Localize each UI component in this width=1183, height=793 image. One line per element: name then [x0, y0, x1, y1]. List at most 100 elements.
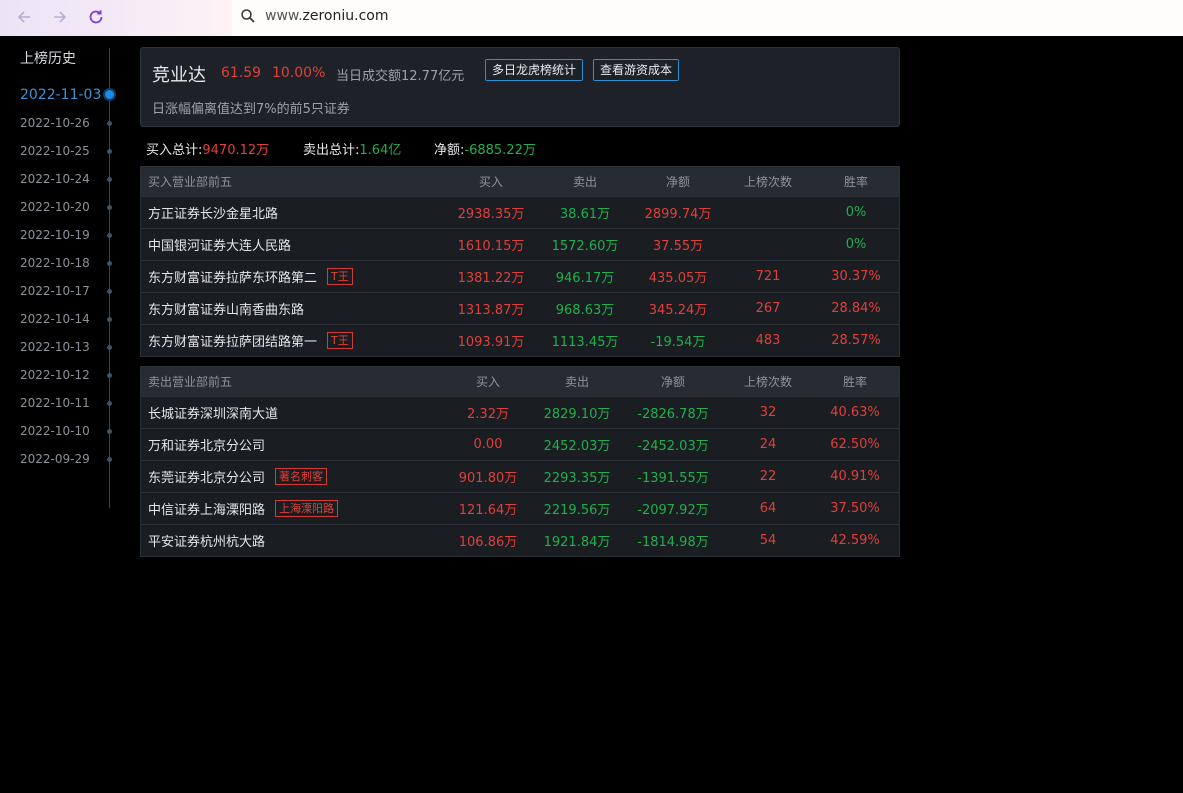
timeline-dot [107, 429, 112, 434]
win-cell: 28.84% [831, 301, 881, 316]
broker-name[interactable]: 中信证券上海溧阳路 [148, 499, 265, 518]
multi-day-stats-button[interactable]: 多日龙虎榜统计 [485, 59, 584, 81]
buy-total: 买入总计:9470.12万 [146, 139, 269, 158]
broker-name[interactable]: 东方财富证券山南香曲东路 [148, 299, 304, 318]
column-header: 净额 [660, 375, 686, 389]
broker-name[interactable]: 长城证券深圳深南大道 [148, 403, 278, 422]
timeline-dot [107, 261, 112, 266]
buy-cell: 106.86万 [458, 535, 518, 550]
sell-cell: 2293.35万 [543, 471, 611, 486]
net-cell: 435.05万 [648, 271, 708, 286]
turnover-text: 当日成交额12.77亿元 [336, 69, 465, 84]
table-row[interactable]: 东莞证券北京分公司 著名刺客 901.80万 2293.35万 -1391.55万 22 4… [141, 460, 899, 492]
table-row[interactable]: 东方财富证券拉萨东环路第二 T王 1381.22万 946.17万 435.05万 721… [141, 260, 899, 292]
count-cell: 22 [759, 469, 777, 484]
table-row[interactable]: 长城证券深圳深南大道 2.32万 2829.10万 -2826.78万 32 40.63% [141, 396, 899, 428]
history-date-item[interactable]: 2022-10-26 [20, 116, 90, 130]
url-text[interactable]: www.zeroniu.com [265, 8, 388, 24]
history-date-item[interactable]: 2022-11-03 [20, 87, 101, 103]
column-header: 买入 [475, 375, 501, 389]
table-row[interactable]: 方正证券长沙金星北路 2938.35万 38.61万 2899.74万 0% [141, 196, 899, 228]
history-date-item[interactable]: 2022-10-14 [20, 312, 90, 326]
broker-name[interactable]: 万和证券北京分公司 [148, 435, 265, 454]
reload-icon [89, 10, 103, 24]
column-header: 胜率 [843, 175, 869, 189]
column-header: 卖出 [564, 375, 590, 389]
sell-cell: 2829.10万 [543, 407, 611, 422]
buy-cell: 2.32万 [467, 407, 509, 422]
table-row[interactable]: 东方财富证券山南香曲东路 1313.87万 968.63万 345.24万 267 28.… [141, 292, 899, 324]
net-cell: -2097.92万 [637, 503, 709, 518]
table-row[interactable]: 万和证券北京分公司 0.00 2452.03万 -2452.03万 24 62.50% [141, 428, 899, 460]
win-cell: 40.63% [830, 405, 880, 420]
table-header: 买入营业部前五 买入 卖出 净额 上榜次数 胜率 [141, 167, 899, 196]
history-date-item[interactable]: 2022-10-18 [20, 256, 90, 270]
table-row[interactable]: 中国银河证券大连人民路 1610.15万 1572.60万 37.55万 0% [141, 228, 899, 260]
forward-button[interactable] [48, 6, 72, 28]
buy-cell: 2938.35万 [457, 207, 525, 222]
broker-name-cell: 长城证券深圳深南大道 [148, 397, 278, 428]
win-cell: 0% [845, 205, 867, 220]
sell-cell: 2219.56万 [543, 503, 611, 518]
column-header: 买入营业部前五 [148, 175, 233, 189]
broker-tag: T王 [327, 268, 353, 285]
sell-total-value: 1.64亿 [359, 143, 402, 158]
history-date-item[interactable]: 2022-10-17 [20, 284, 90, 298]
timeline-dot-active [105, 90, 114, 99]
table-row[interactable]: 中信证券上海溧阳路 上海溧阳路 121.64万 2219.56万 -2097.92万 64… [141, 492, 899, 524]
arrow-left-icon [17, 11, 30, 23]
arrow-right-icon [54, 11, 67, 23]
broker-name[interactable]: 中国银河证券大连人民路 [148, 235, 291, 254]
history-date-item[interactable]: 2022-10-24 [20, 172, 90, 186]
history-date-item[interactable]: 2022-10-12 [20, 368, 90, 382]
broker-name[interactable]: 东方财富证券拉萨团结路第一 [148, 331, 317, 350]
sell-cell: 38.61万 [559, 207, 611, 222]
sell-cell: 2452.03万 [543, 439, 611, 454]
column-header: 净额 [665, 175, 691, 189]
change-percent: 10.00% [272, 65, 326, 81]
check-cost-button[interactable]: 查看游资成本 [593, 59, 680, 81]
history-date-item[interactable]: 2022-10-20 [20, 200, 90, 214]
column-header: 胜率 [842, 375, 868, 389]
count-cell: 24 [759, 437, 777, 452]
timeline-dot [107, 149, 112, 154]
broker-name[interactable]: 东方财富证券拉萨东环路第二 [148, 267, 317, 286]
broker-name[interactable]: 东莞证券北京分公司 [148, 467, 265, 486]
column-header: 上榜次数 [743, 175, 793, 189]
back-button[interactable] [12, 6, 36, 28]
reload-button[interactable] [84, 6, 108, 28]
address-bar[interactable]: www.zeroniu.com [232, 0, 1183, 36]
history-date-item[interactable]: 2022-10-19 [20, 228, 90, 242]
history-date-item[interactable]: 2022-10-25 [20, 144, 90, 158]
stock-header-card: 竞业达 61.59 10.00% 当日成交额12.77亿元 多日龙虎榜统计 查看… [140, 47, 900, 127]
broker-name[interactable]: 方正证券长沙金星北路 [148, 203, 278, 222]
browser-toolbar: www.zeroniu.com [0, 0, 1183, 36]
net-cell: -2452.03万 [637, 439, 709, 454]
broker-name-cell: 中信证券上海溧阳路 上海溧阳路 [148, 493, 339, 524]
buy-total-label: 买入总计: [146, 143, 203, 158]
sell-cell: 1572.60万 [551, 239, 619, 254]
net-cell: -2826.78万 [637, 407, 709, 422]
win-cell: 42.59% [830, 533, 880, 548]
count-cell: 32 [759, 405, 777, 420]
sell-total: 卖出总计:1.64亿 [303, 139, 401, 158]
sell-cell: 946.17万 [555, 271, 615, 286]
history-date-item[interactable]: 2022-10-13 [20, 340, 90, 354]
table-row[interactable]: 平安证券杭州杭大路 106.86万 1921.84万 -1814.98万 54 42.59… [141, 524, 899, 556]
history-date-item[interactable]: 2022-10-11 [20, 396, 90, 410]
history-date-item[interactable]: 2022-10-10 [20, 424, 90, 438]
listing-reason: 日涨幅偏离值达到7%的前5只证券 [152, 102, 350, 117]
count-cell: 721 [755, 269, 781, 284]
table-row[interactable]: 东方财富证券拉萨团结路第一 T王 1093.91万 1113.45万 -19.54万 48… [141, 324, 899, 356]
broker-name-cell: 方正证券长沙金星北路 [148, 197, 278, 228]
win-cell: 28.57% [831, 333, 881, 348]
sell-total-label: 卖出总计: [303, 143, 360, 158]
broker-name[interactable]: 平安证券杭州杭大路 [148, 531, 265, 550]
url-domain: zeroniu.com [302, 8, 389, 24]
history-date-item[interactable]: 2022-09-29 [20, 452, 90, 466]
timeline-dot [107, 317, 112, 322]
column-header: 上榜次数 [743, 375, 793, 389]
win-cell: 30.37% [831, 269, 881, 284]
nav-area [0, 0, 232, 36]
net-total-label: 净额: [434, 143, 465, 158]
